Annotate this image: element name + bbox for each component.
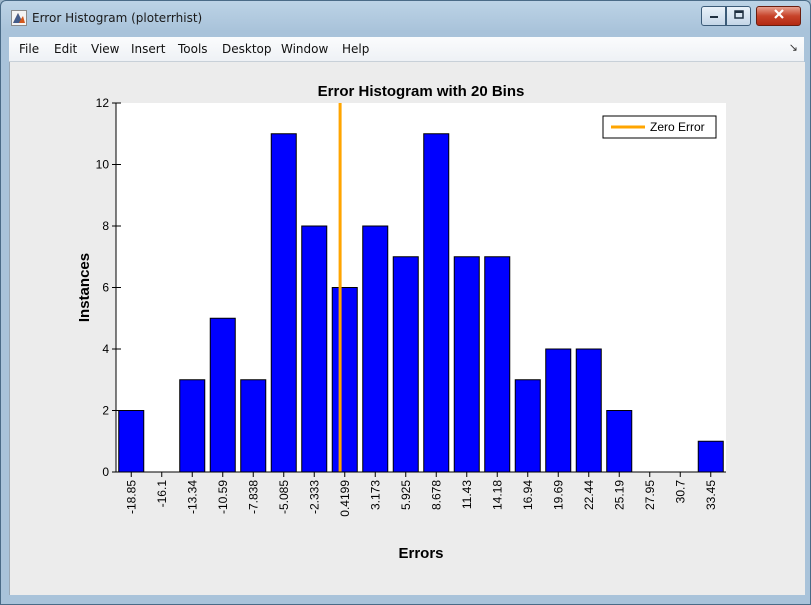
x-tick-label: 19.69 (551, 480, 565, 510)
histogram-bar (209, 317, 236, 473)
chart-title: Error Histogram with 20 Bins (318, 83, 525, 100)
x-tick-label: 25.19 (612, 480, 626, 510)
x-tick-label: -10.59 (216, 480, 230, 514)
menu-tools[interactable]: Tools (178, 42, 208, 56)
window-title: Error Histogram (ploterrhist) (32, 11, 203, 25)
x-tick-label: 16.94 (521, 480, 535, 510)
x-tick-label: 33.45 (704, 480, 718, 510)
figure-canvas: 0 2 4 6 8 10 12 -18.85 -16.1 -13.34 -10.59 -7.838 -5… (9, 62, 805, 595)
histogram-bar (697, 440, 724, 473)
menu-help[interactable]: Help (342, 42, 369, 56)
error-histogram-chart: 0 2 4 6 8 10 12 -18.85 -16.1 -13.34 -10.59 -7.838 -5… (76, 83, 726, 562)
matlab-icon (11, 10, 27, 26)
minimize-button[interactable] (701, 6, 726, 26)
menu-insert[interactable]: Insert (131, 42, 165, 56)
close-button[interactable] (756, 6, 801, 26)
histogram-bar (606, 410, 633, 473)
title-bar[interactable]: Error Histogram (ploterrhist) (1, 1, 810, 34)
histogram-bar (514, 379, 541, 473)
histogram-bar (545, 348, 572, 473)
x-tick-label: -18.85 (124, 480, 138, 514)
histogram-bar (301, 225, 328, 473)
maximize-icon (733, 7, 744, 25)
y-axis-title: Instances (76, 253, 93, 322)
menu-bar: File Edit View Insert Tools Desktop Wind… (9, 37, 804, 62)
x-tick-label: -13.34 (185, 480, 199, 514)
x-tick-label: 8.678 (429, 480, 443, 510)
menu-file[interactable]: File (19, 42, 39, 56)
x-tick-label: 22.44 (582, 480, 596, 510)
y-tick-label: 8 (102, 219, 109, 233)
figure-window: Error Histogram (ploterrhist) File Edit … (0, 0, 811, 605)
y-tick-label: 12 (96, 96, 110, 110)
x-axis-title: Errors (398, 545, 443, 562)
histogram-bar (575, 348, 602, 473)
menu-view[interactable]: View (91, 42, 119, 56)
x-tick-label: 11.43 (460, 480, 474, 509)
histogram-bar (362, 225, 389, 473)
x-tick-label: 27.95 (643, 480, 657, 510)
x-tick-label: -7.838 (246, 480, 260, 514)
x-tick-label: -5.085 (277, 480, 291, 514)
close-icon (773, 7, 785, 25)
x-tick-label: -16.1 (155, 480, 169, 508)
dock-arrow-icon[interactable]: ↘ (789, 41, 798, 54)
histogram-bar (331, 287, 358, 473)
x-tick-label: 30.7 (673, 480, 687, 504)
histogram-bar (423, 133, 450, 473)
minimize-icon (709, 7, 719, 25)
histogram-bar (118, 410, 145, 473)
x-tick-label: 5.925 (399, 480, 413, 510)
x-tick-label: -2.333 (307, 480, 321, 514)
y-tick-label: 4 (102, 342, 109, 356)
menu-desktop[interactable]: Desktop (222, 42, 272, 56)
y-tick-label: 2 (102, 404, 109, 418)
histogram-bar (392, 256, 419, 473)
y-tick-label: 10 (96, 158, 110, 172)
x-tick-label: 14.18 (490, 480, 504, 510)
maximize-button[interactable] (726, 6, 751, 26)
histogram-bar (453, 256, 480, 473)
y-tick-label: 0 (102, 465, 109, 479)
histogram-bar (270, 133, 297, 473)
plot-area (116, 103, 726, 472)
window-bottom-border (1, 595, 810, 604)
legend-label: Zero Error (650, 120, 705, 134)
x-tick-label: 3.173 (368, 480, 382, 510)
menu-edit[interactable]: Edit (54, 42, 77, 56)
histogram-bar (484, 256, 511, 473)
x-tick-label: 0.4199 (338, 480, 352, 517)
histogram-bar (179, 379, 206, 473)
y-tick-label: 6 (102, 281, 109, 295)
menu-window[interactable]: Window (281, 42, 328, 56)
histogram-bar (240, 379, 267, 473)
